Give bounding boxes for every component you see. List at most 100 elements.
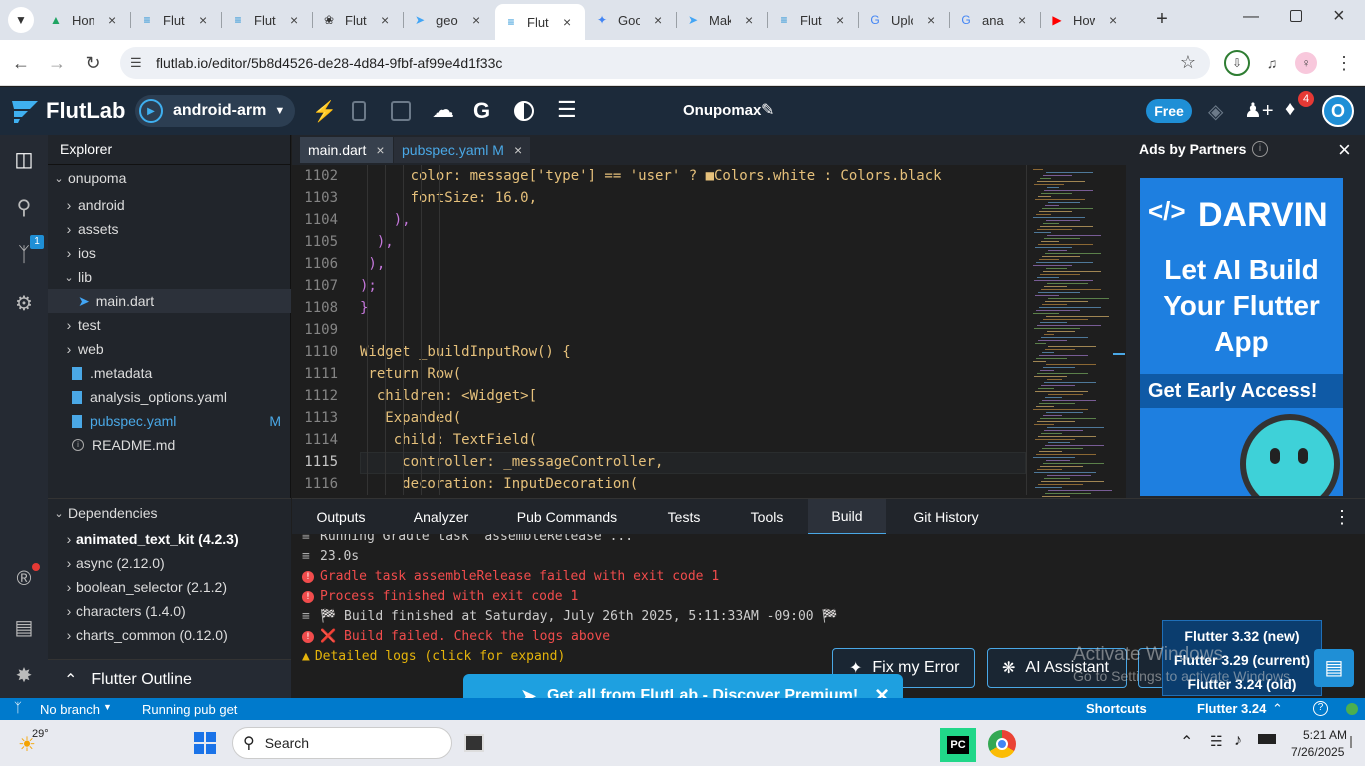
- reload-button[interactable]: ↻: [80, 50, 106, 76]
- target-selector[interactable]: ▶ android-arm ▼: [135, 95, 295, 127]
- panel-more-icon[interactable]: ⋮: [1333, 507, 1351, 528]
- bookmark-star-icon[interactable]: ☆: [1180, 52, 1196, 73]
- tab-pubspec[interactable]: pubspec.yaml M ×: [394, 137, 531, 163]
- dependency-item[interactable]: › charts_common (0.12.0): [48, 623, 291, 647]
- tree-item[interactable]: › web: [48, 337, 291, 361]
- code-editor[interactable]: 1102 color: message['type'] == 'user' ? …: [292, 165, 1026, 495]
- close-tab-icon[interactable]: ×: [927, 12, 935, 28]
- tree-item[interactable]: .metadata: [48, 361, 291, 385]
- close-tab-icon[interactable]: ×: [1018, 12, 1026, 28]
- close-tab-icon[interactable]: ×: [199, 12, 207, 28]
- browser-tab[interactable]: Ganal ×: [950, 6, 1040, 34]
- run-icon[interactable]: ▶: [139, 99, 163, 123]
- info-icon[interactable]: i: [1252, 141, 1268, 157]
- browser-tab[interactable]: G Uplo ×: [859, 6, 949, 34]
- tree-item[interactable]: ⌄ lib: [48, 265, 291, 289]
- docs-icon[interactable]: ▤: [8, 611, 40, 643]
- layers-icon[interactable]: ◈: [1208, 99, 1223, 124]
- clock-date[interactable]: 7/26/2025: [1291, 745, 1344, 759]
- site-info-icon[interactable]: ☰: [130, 55, 142, 71]
- user-avatar[interactable]: O: [1322, 95, 1354, 127]
- tab-main-dart[interactable]: main.dart ×: [300, 137, 393, 163]
- code-minimap[interactable]: [1026, 165, 1126, 497]
- bell-icon[interactable]: ♦: [1285, 98, 1295, 121]
- tab-search-button[interactable]: ▼: [8, 7, 34, 33]
- google-icon[interactable]: G: [473, 98, 490, 124]
- search-icon[interactable]: ⚲: [8, 191, 40, 223]
- close-tab-icon[interactable]: ×: [654, 12, 662, 28]
- battery-icon[interactable]: [1258, 734, 1276, 744]
- close-tab-icon[interactable]: ×: [745, 12, 753, 28]
- close-ads-icon[interactable]: ×: [1338, 137, 1351, 163]
- dependency-item[interactable]: › characters (1.4.0): [48, 599, 291, 623]
- download-icon[interactable]: ⇩: [1224, 50, 1250, 76]
- browser-tab[interactable]: ≡ Flut ×: [495, 4, 585, 40]
- tree-root[interactable]: ⌄ onupoma: [48, 166, 291, 190]
- theme-icon[interactable]: [514, 101, 534, 121]
- hot-reload-icon[interactable]: ⚡: [312, 99, 337, 124]
- close-window-button[interactable]: ×: [1333, 5, 1345, 28]
- flutter-version-button[interactable]: Flutter 3.24: [1197, 701, 1266, 716]
- flutter-outline-header[interactable]: ⌃ Flutter Outline: [48, 659, 291, 699]
- save-icon[interactable]: [391, 101, 411, 121]
- minimize-button[interactable]: —: [1243, 8, 1259, 26]
- panel-tab[interactable]: Git History: [886, 499, 1006, 535]
- dependency-item[interactable]: › boolean_selector (2.1.2): [48, 575, 291, 599]
- log-line[interactable]: ▲ Detailed logs (click for expand): [302, 649, 565, 664]
- panel-tab[interactable]: Outputs: [292, 499, 390, 535]
- settings-gear-icon[interactable]: ⚙: [8, 287, 40, 319]
- add-user-icon[interactable]: ♟+: [1244, 98, 1274, 123]
- tree-item[interactable]: pubspec.yaml M: [48, 409, 291, 433]
- tray-overflow-icon[interactable]: ⌃: [1180, 732, 1193, 752]
- cloud-upload-icon[interactable]: ☁: [432, 97, 454, 123]
- tree-item[interactable]: ➤ main.dart: [48, 289, 291, 313]
- browser-tab[interactable]: ≡ Flut ×: [131, 6, 221, 34]
- close-tab-icon[interactable]: ×: [472, 12, 480, 28]
- shortcuts-button[interactable]: Shortcuts: [1086, 701, 1147, 716]
- browser-tab[interactable]: ❀ Flut ×: [313, 6, 403, 34]
- plan-badge[interactable]: Free: [1146, 99, 1192, 123]
- chrome-icon[interactable]: [988, 730, 1016, 758]
- volume-icon[interactable]: ♪: [1234, 732, 1242, 750]
- close-icon[interactable]: ×: [514, 142, 522, 158]
- new-tab-button[interactable]: +: [1150, 8, 1174, 32]
- edit-project-icon[interactable]: ✎: [761, 100, 774, 120]
- browser-menu-icon[interactable]: ⋮: [1331, 50, 1357, 76]
- browser-tab[interactable]: ✦ Goo ×: [586, 6, 676, 34]
- forward-button[interactable]: →: [44, 50, 70, 76]
- dependency-item[interactable]: › async (2.12.0): [48, 551, 291, 575]
- close-tab-icon[interactable]: ×: [836, 12, 844, 28]
- tree-item[interactable]: › ios: [48, 241, 291, 265]
- close-tab-icon[interactable]: ×: [108, 12, 116, 28]
- dependency-item[interactable]: › animated_text_kit (4.2.3): [48, 527, 291, 551]
- tree-item[interactable]: › test: [48, 313, 291, 337]
- pycharm-icon[interactable]: PC: [940, 728, 976, 762]
- menu-icon[interactable]: ☰: [557, 97, 577, 123]
- task-view-icon[interactable]: [464, 734, 484, 752]
- tree-item[interactable]: analysis_options.yaml: [48, 385, 291, 409]
- taskbar-search[interactable]: ⚲ Search: [232, 727, 452, 759]
- device-icon[interactable]: [352, 101, 366, 121]
- tree-item[interactable]: › android: [48, 193, 291, 217]
- browser-tab[interactable]: ➤ geo ×: [404, 6, 494, 34]
- url-field[interactable]: ☰ flutlab.io/editor/5b8d4526-de28-4d84-9…: [120, 47, 1210, 79]
- browser-tab[interactable]: ≡ Flut ×: [222, 6, 312, 34]
- browser-tab[interactable]: ▶ How ×: [1041, 6, 1131, 34]
- branch-label[interactable]: No branch: [40, 702, 100, 717]
- close-tab-icon[interactable]: ×: [563, 14, 571, 30]
- ad-cta[interactable]: Get Early Access!: [1140, 374, 1343, 408]
- notification-center-icon[interactable]: [1350, 736, 1356, 748]
- back-button[interactable]: ←: [8, 50, 34, 76]
- clock-time[interactable]: 5:21 AM: [1303, 728, 1347, 742]
- browser-tab[interactable]: ▲ Hom ×: [40, 6, 130, 34]
- panel-tab[interactable]: Pub Commands: [492, 499, 642, 535]
- debug-icon[interactable]: ✸: [8, 659, 40, 691]
- tree-item[interactable]: i README.md: [48, 433, 291, 457]
- close-icon[interactable]: ×: [376, 142, 384, 158]
- browser-tab[interactable]: ≡ Flut ×: [768, 6, 858, 34]
- maximize-button[interactable]: [1290, 10, 1302, 22]
- close-tab-icon[interactable]: ×: [1109, 12, 1117, 28]
- start-button[interactable]: [194, 732, 216, 754]
- media-controls-icon[interactable]: ♫: [1259, 50, 1285, 76]
- dependencies-header[interactable]: ⌄ Dependencies: [48, 501, 291, 525]
